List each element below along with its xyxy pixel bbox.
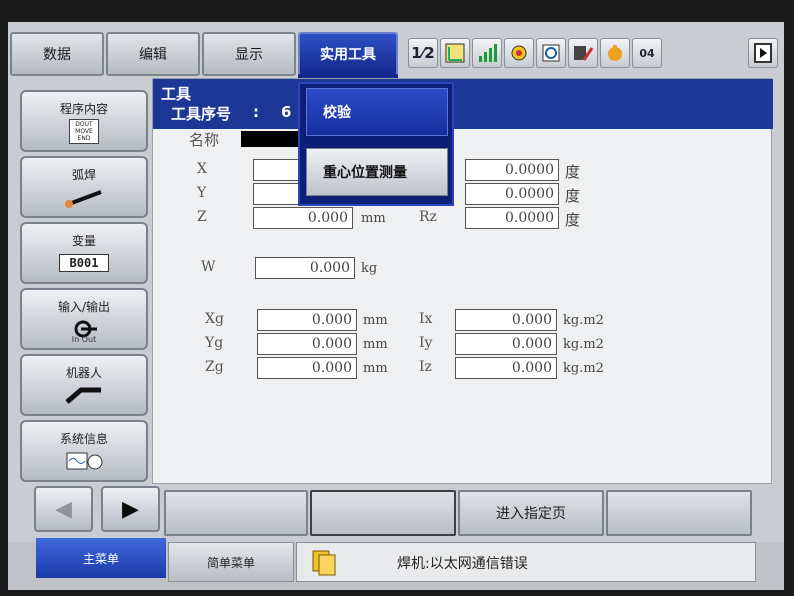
rz-unit: 度 (565, 211, 581, 229)
tab-data[interactable]: 数据 (10, 32, 104, 76)
variable-icon: B001 (58, 252, 110, 274)
y-label: Y (197, 185, 207, 201)
play-icon[interactable] (748, 38, 778, 68)
action-button-4[interactable] (606, 490, 752, 536)
menu-item-calibration[interactable]: 校验 (306, 88, 448, 136)
io-caption: In Out (71, 335, 97, 344)
tab-label: 数据 (43, 47, 71, 63)
welding-torch-icon (59, 186, 109, 208)
sidebar-item-robot[interactable]: 机器人 (20, 354, 148, 416)
ix-value-field[interactable]: 0.000 (455, 309, 557, 331)
iy-unit: kg.m2 (563, 337, 604, 352)
status-icon-bar: 1⁄2 04 (408, 28, 778, 78)
action-button-1[interactable] (164, 490, 308, 536)
iz-value-field[interactable]: 0.000 (455, 357, 557, 379)
sidebar-item-label: 机器人 (65, 366, 102, 380)
xg-value-field[interactable]: 0.000 (257, 309, 357, 331)
sidebar-item-system-info[interactable]: 系统信息 (20, 420, 148, 482)
sidebar-item-label: 系统信息 (59, 432, 108, 446)
zg-unit: mm (363, 361, 388, 376)
sidebar-item-io[interactable]: 输入/输出 In Out (20, 288, 148, 350)
z-label: Z (197, 209, 207, 225)
action-button-2[interactable] (310, 490, 456, 536)
zg-label: Zg (205, 359, 224, 375)
ix-label: Ix (419, 311, 433, 327)
sidebar-item-label: 程序内容 (59, 102, 108, 116)
tab-edit[interactable]: 编辑 (106, 32, 200, 76)
message-area[interactable]: 焊机:以太网通信错误 (296, 542, 756, 582)
tab-display[interactable]: 显示 (202, 32, 296, 76)
iy-value-field[interactable]: 0.000 (455, 333, 557, 355)
frame-icon[interactable] (440, 38, 470, 68)
program-icon: DOUT MOVE END (59, 118, 109, 144)
system-info-icon (59, 450, 109, 472)
coordinate-icon[interactable]: 1⁄2 (408, 38, 438, 68)
edit-icon[interactable] (568, 38, 598, 68)
tool-data-panel: 工具 工具序号 : 6 名称 X Y Z 0.000 mm 0.0000 度 0… (152, 78, 773, 484)
zg-value-field[interactable]: 0.000 (257, 357, 357, 379)
xg-label: Xg (205, 311, 224, 327)
page-title: 工具 (161, 85, 192, 103)
yg-unit: mm (363, 337, 388, 352)
goto-page-button[interactable]: 进入指定页 (458, 490, 604, 536)
main-menu-button[interactable]: 主菜单 (36, 538, 166, 578)
tool-number-value: 6 (281, 103, 292, 121)
tab-label: 编辑 (139, 47, 167, 63)
sidebar-item-label: 弧焊 (71, 168, 96, 182)
tool-icon[interactable]: 04 (632, 38, 662, 68)
rz-value-field[interactable]: 0.0000 (465, 207, 559, 229)
z-value-field[interactable]: 0.000 (253, 207, 353, 229)
w-value-field[interactable]: 0.000 (255, 257, 355, 279)
gear-icon[interactable] (504, 38, 534, 68)
simple-menu-button[interactable]: 简单菜单 (168, 542, 294, 582)
tool-number-colon: : (253, 103, 260, 121)
ry-value-field[interactable]: 0.0000 (465, 183, 559, 205)
status-message: 焊机:以太网通信错误 (397, 556, 528, 572)
nav-forward-button[interactable]: ▶ (101, 486, 160, 532)
hand-icon[interactable] (600, 38, 630, 68)
iy-label: Iy (419, 335, 433, 351)
sidebar-item-label: 输入/输出 (57, 300, 111, 314)
menu-item-center-of-gravity[interactable]: 重心位置测量 (306, 148, 448, 196)
tool-number-label: 工具序号 (171, 105, 232, 123)
tab-label: 实用工具 (320, 47, 376, 63)
ry-unit: 度 (565, 187, 581, 205)
sidebar-item-variable[interactable]: 变量 B001 (20, 222, 148, 284)
ix-unit: kg.m2 (563, 313, 604, 328)
nav-back-button[interactable]: ◀ (34, 486, 93, 532)
w-label: W (201, 259, 216, 275)
sidebar-item-arc-weld[interactable]: 弧焊 (20, 156, 148, 218)
yg-value-field[interactable]: 0.000 (257, 333, 357, 355)
rx-value-field[interactable]: 0.0000 (465, 159, 559, 181)
sidebar-item-label: 变量 (71, 234, 96, 248)
panel-header: 工具 工具序号 : 6 (153, 79, 773, 129)
tab-utility[interactable]: 实用工具 (298, 32, 398, 88)
z-unit: mm (361, 211, 386, 226)
tab-label: 显示 (235, 47, 263, 63)
rx-unit: 度 (565, 163, 581, 181)
iz-label: Iz (419, 359, 432, 375)
sidebar-item-program[interactable]: 程序内容 DOUT MOVE END (20, 90, 148, 152)
name-label: 名称 (189, 131, 220, 149)
xg-unit: mm (363, 313, 388, 328)
signal-icon[interactable] (472, 38, 502, 68)
robot-arm-icon (59, 384, 109, 406)
iz-unit: kg.m2 (563, 361, 604, 376)
utility-dropdown-menu: 校验 重心位置测量 (298, 82, 454, 206)
rz-label: Rz (419, 209, 437, 225)
w-unit: kg (361, 261, 378, 276)
teach-pendant-screen: 数据 编辑 显示 实用工具 1⁄2 04 程序内容 DOUT MOVE END … (8, 22, 784, 590)
yg-label: Yg (205, 335, 224, 351)
page-nav: ◀ ▶ (34, 486, 160, 532)
message-icon (312, 550, 336, 576)
x-label: X (197, 161, 207, 177)
timer-icon[interactable] (536, 38, 566, 68)
tool-number-row: 工具序号 : 6 (171, 103, 291, 124)
